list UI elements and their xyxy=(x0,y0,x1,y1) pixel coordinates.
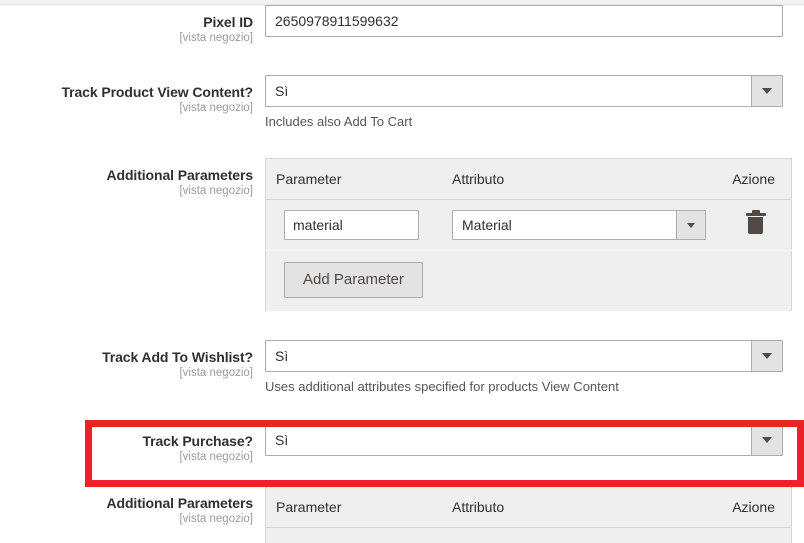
label-track-view-content: Track Product View Content? [vista negoz… xyxy=(0,75,265,117)
add-parameter-button[interactable]: Add Parameter xyxy=(284,262,423,299)
attribute-select-value: Material xyxy=(462,217,512,234)
track-wishlist-select[interactable]: Sì xyxy=(265,340,783,373)
table-head: Parameter Attributo Azione xyxy=(265,486,792,528)
settings-page: Pixel ID [vista negozio] Track Product V… xyxy=(0,0,804,543)
cell-attribute: Material xyxy=(452,199,732,252)
chevron-down-icon[interactable] xyxy=(751,75,782,106)
field-row-additional-parameters-view: Additional Parameters [vista negozio] Pa… xyxy=(0,158,804,313)
control-pixel-id xyxy=(265,5,804,37)
table-row xyxy=(265,527,792,543)
field-row-track-wishlist: Track Add To Wishlist? [vista negozio] S… xyxy=(0,340,804,396)
control-additional-parameters-purchase: Parameter Attributo Azione xyxy=(265,485,804,543)
cell-action xyxy=(732,527,792,543)
label-track-wishlist-scope: [vista negozio] xyxy=(179,367,253,380)
field-row-track-view-content: Track Product View Content? [vista negoz… xyxy=(0,74,804,131)
track-purchase-value: Sì xyxy=(275,431,289,448)
table-body xyxy=(265,527,792,543)
table-header-row: Parameter Attributo Azione xyxy=(265,486,792,528)
table-body: Material xyxy=(265,199,792,313)
column-header-attribute: Attributo xyxy=(452,158,732,201)
cell-parameter xyxy=(265,199,452,252)
chevron-down-icon[interactable] xyxy=(751,424,782,455)
label-track-purchase: Track Purchase? [vista negozio] xyxy=(0,424,265,466)
label-pixel-id-scope: [vista negozio] xyxy=(179,32,253,45)
cell-add-button: Add Parameter xyxy=(265,250,792,313)
column-header-parameter: Parameter xyxy=(265,158,452,201)
label-track-wishlist: Track Add To Wishlist? [vista negozio] xyxy=(0,340,265,382)
label-track-purchase-text: Track Purchase? xyxy=(142,432,253,449)
label-additional-parameters-purchase: Additional Parameters [vista negozio] xyxy=(0,486,265,528)
label-additional-parameters-view-text: Additional Parameters xyxy=(106,167,254,184)
control-track-wishlist: Sì Uses additional attributes specified … xyxy=(265,340,804,396)
label-pixel-id-text: Pixel ID xyxy=(203,14,253,30)
cell-parameter xyxy=(265,527,452,543)
label-additional-parameters-purchase-scope: [vista negozio] xyxy=(179,512,253,525)
chevron-down-icon[interactable] xyxy=(751,341,782,372)
parameter-name-input[interactable] xyxy=(284,210,419,241)
column-header-parameter: Parameter xyxy=(265,486,452,528)
facebook-pixel-settings-form: Pixel ID [vista negozio] Track Product V… xyxy=(0,5,804,543)
label-additional-parameters-view-scope: [vista negozio] xyxy=(179,185,253,198)
control-track-view-content: Sì Includes also Add To Cart xyxy=(265,74,804,131)
additional-parameters-table-purchase: Parameter Attributo Azione xyxy=(265,485,792,543)
table-header-row: Parameter Attributo Azione xyxy=(265,158,792,201)
column-header-action: Azione xyxy=(732,486,792,528)
attribute-select[interactable]: Material xyxy=(452,210,706,241)
track-purchase-select[interactable]: Sì xyxy=(265,423,783,456)
track-view-content-value: Sì xyxy=(275,82,289,99)
field-row-pixel-id: Pixel ID [vista negozio] xyxy=(0,5,804,47)
trash-icon[interactable] xyxy=(745,209,766,235)
label-track-wishlist-text: Track Add To Wishlist? xyxy=(102,349,253,366)
label-track-view-content-scope: [vista negozio] xyxy=(179,101,253,114)
track-wishlist-value: Sì xyxy=(275,348,289,365)
label-track-view-content-text: Track Product View Content? xyxy=(61,83,253,100)
hint-track-view-content: Includes also Add To Cart xyxy=(265,113,413,129)
table-row-add: Add Parameter xyxy=(265,250,792,313)
pixel-id-input[interactable] xyxy=(265,5,783,37)
table-head: Parameter Attributo Azione xyxy=(265,158,792,201)
column-header-action: Azione xyxy=(732,158,792,201)
cell-attribute xyxy=(452,527,732,543)
label-additional-parameters-purchase-text: Additional Parameters xyxy=(106,494,254,511)
column-header-attribute: Attributo xyxy=(452,486,732,528)
label-pixel-id: Pixel ID [vista negozio] xyxy=(0,5,265,47)
control-track-purchase: Sì xyxy=(265,423,804,456)
cell-action xyxy=(732,199,792,252)
field-row-additional-parameters-purchase: Additional Parameters [vista negozio] Pa… xyxy=(0,485,804,543)
label-additional-parameters-view: Additional Parameters [vista negozio] xyxy=(0,158,265,200)
additional-parameters-table-view: Parameter Attributo Azione material Mate… xyxy=(265,158,792,313)
label-track-purchase-scope: [vista negozio] xyxy=(179,450,253,463)
hint-track-wishlist: Uses additional attributes specified for… xyxy=(265,379,619,395)
control-additional-parameters-view: Parameter Attributo Azione material Mate… xyxy=(265,158,804,313)
chevron-down-icon[interactable] xyxy=(676,211,705,240)
field-row-track-purchase: Track Purchase? [vista negozio] Sì xyxy=(0,423,804,466)
track-view-content-select[interactable]: Sì xyxy=(265,74,783,107)
table-row: Material xyxy=(265,199,792,252)
